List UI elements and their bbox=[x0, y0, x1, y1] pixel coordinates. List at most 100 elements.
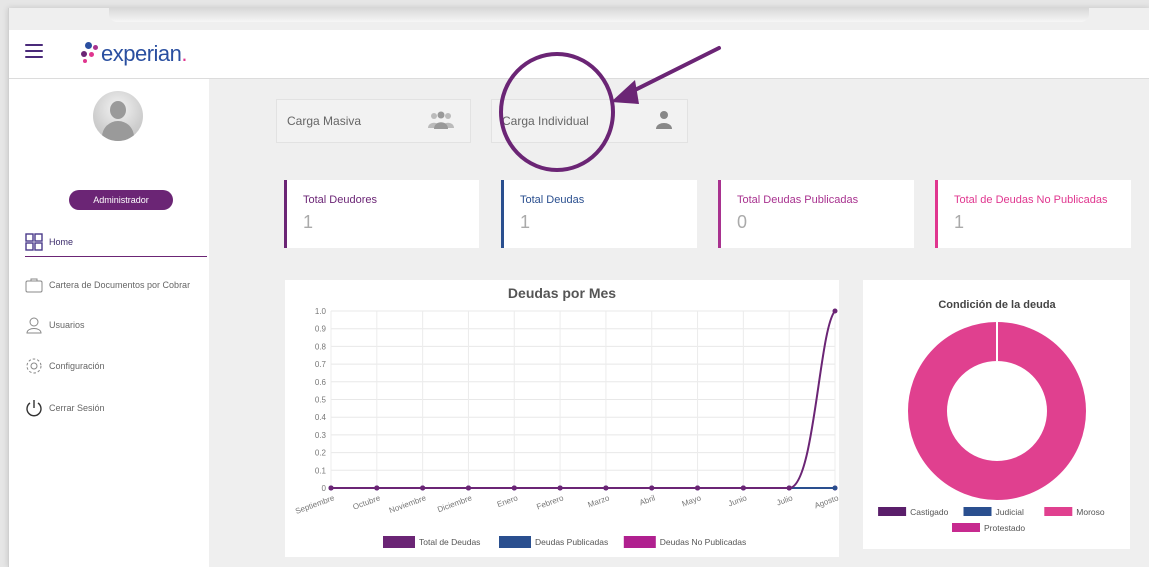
stat-value: 0 bbox=[737, 212, 748, 232]
x-tick-label: Marzo bbox=[587, 493, 611, 509]
legend-label: Moroso bbox=[1076, 507, 1105, 517]
bulk-upload-label: Carga Masiva bbox=[287, 114, 362, 128]
stat-deudas-publicadas: Total Deudas Publicadas 0 bbox=[718, 180, 914, 248]
y-tick-label: 0.3 bbox=[315, 431, 327, 440]
stat-value: 1 bbox=[520, 212, 531, 232]
experian-logo[interactable]: experian. bbox=[79, 38, 187, 70]
x-tick-label: Noviembre bbox=[388, 493, 428, 515]
stat-value: 1 bbox=[954, 212, 965, 232]
sidebar-item-label: Configuración bbox=[49, 361, 105, 371]
bulk-upload-button[interactable]: Carga Masiva bbox=[276, 99, 471, 143]
data-point bbox=[832, 485, 838, 491]
avatar[interactable] bbox=[93, 91, 143, 141]
data-point bbox=[832, 308, 838, 314]
sidebar-item-configuracion[interactable]: Configuración bbox=[25, 357, 105, 375]
donut-chart: Condición de la deuda Castigado Judicial Mo… bbox=[878, 299, 1105, 533]
stat-title: Total Deudas bbox=[520, 194, 585, 206]
sidebar-item-label: Home bbox=[49, 237, 74, 247]
x-tick-label: Junio bbox=[727, 493, 749, 508]
stat-total-deudores: Total Deudores 1 bbox=[284, 180, 479, 248]
x-tick-label: Octubre bbox=[352, 493, 382, 511]
logo-text: experian. bbox=[101, 41, 188, 66]
data-point bbox=[740, 485, 746, 491]
data-point bbox=[649, 485, 655, 491]
stat-title: Total de Deudas No Publicadas bbox=[954, 194, 1108, 206]
pie-slice bbox=[908, 322, 1086, 500]
data-point bbox=[695, 485, 701, 491]
chart-title: Deudas por Mes bbox=[508, 285, 616, 301]
sidebar-item-label: Cerrar Sesión bbox=[49, 403, 105, 413]
sidebar: Administrador Home Cartera de Documentos… bbox=[9, 79, 209, 567]
debt-condition-card: Condición de la deuda Castigado Judicial Mo… bbox=[863, 280, 1130, 549]
users-icon bbox=[426, 110, 456, 133]
sidebar-item-cartera[interactable]: Cartera de Documentos por Cobrar bbox=[25, 276, 190, 294]
y-tick-label: 0.5 bbox=[315, 396, 327, 405]
x-tick-label: Enero bbox=[496, 493, 520, 509]
x-tick-label: Diciembre bbox=[436, 493, 473, 514]
legend-label: Total de Deudas bbox=[419, 537, 480, 547]
role-badge[interactable]: Administrador bbox=[69, 190, 173, 210]
x-tick-label: Febrero bbox=[535, 493, 565, 511]
x-tick-label: Abril bbox=[638, 493, 656, 507]
legend-swatch bbox=[623, 536, 656, 548]
y-tick-label: 1.0 bbox=[315, 307, 327, 316]
legend-swatch bbox=[383, 536, 415, 548]
single-upload-label: Carga Individual bbox=[502, 114, 589, 128]
data-point bbox=[557, 485, 563, 491]
data-point bbox=[328, 485, 334, 491]
data-point bbox=[374, 485, 380, 491]
stat-deudas-no-publicadas: Total de Deudas No Publicadas 1 bbox=[935, 180, 1131, 248]
top-edge bbox=[109, 8, 1089, 22]
y-tick-label: 0.7 bbox=[315, 360, 327, 369]
y-tick-label: 0.4 bbox=[315, 413, 327, 422]
debts-by-month-card: Deudas por Mes 0 0.1 0.2 0.3 0.4 0.5 0.6 0.7 0.8 0… bbox=[285, 280, 840, 557]
gear-icon bbox=[25, 357, 43, 375]
x-tick-label: Mayo bbox=[681, 493, 703, 508]
legend-swatch bbox=[952, 523, 980, 532]
stat-total-deudas: Total Deudas 1 bbox=[501, 180, 697, 248]
stat-title: Total Deudas Publicadas bbox=[737, 194, 859, 206]
legend-swatch bbox=[499, 536, 531, 548]
user-icon bbox=[25, 316, 43, 334]
sidebar-item-cerrar-sesion[interactable]: Cerrar Sesión bbox=[25, 399, 105, 417]
legend-swatch bbox=[963, 507, 992, 516]
legend-label: Deudas No Publicadas bbox=[660, 537, 746, 547]
top-header: experian. bbox=[9, 30, 1149, 79]
main-content: Carga Masiva Carga Individual Total Deud… bbox=[209, 79, 1149, 567]
stat-title: Total Deudores bbox=[303, 194, 377, 206]
user-solid-icon bbox=[655, 110, 673, 133]
sidebar-item-label: Cartera de Documentos por Cobrar bbox=[49, 280, 191, 290]
data-point bbox=[465, 485, 471, 491]
x-tick-label: Agosto bbox=[813, 493, 839, 510]
data-point bbox=[786, 485, 792, 491]
y-tick-label: 0.8 bbox=[315, 342, 327, 351]
power-icon bbox=[25, 399, 43, 417]
active-indicator bbox=[25, 256, 207, 257]
chart-title: Condición de la deuda bbox=[938, 299, 1056, 311]
x-tick-label: Septiembre bbox=[294, 493, 336, 516]
logo-dots-icon bbox=[79, 40, 99, 68]
app-window: experian. Administrador Home Cartera de … bbox=[8, 8, 1149, 567]
legend-swatch bbox=[878, 507, 907, 516]
data-point bbox=[603, 485, 609, 491]
sidebar-item-usuarios[interactable]: Usuarios bbox=[25, 316, 85, 334]
briefcase-icon bbox=[25, 276, 43, 294]
grid-icon bbox=[25, 233, 43, 251]
y-tick-label: 0 bbox=[322, 484, 327, 493]
legend-label: Protestado bbox=[984, 523, 1025, 533]
sidebar-item-home[interactable]: Home bbox=[25, 233, 73, 251]
legend-swatch bbox=[1044, 507, 1073, 516]
legend-label: Judicial bbox=[996, 507, 1024, 517]
legend-label: Castigado bbox=[910, 507, 949, 517]
x-tick-label: Julio bbox=[775, 493, 794, 507]
y-tick-label: 0.6 bbox=[315, 378, 327, 387]
y-tick-label: 0.9 bbox=[315, 325, 327, 334]
data-point bbox=[511, 485, 517, 491]
single-upload-button[interactable]: Carga Individual bbox=[491, 99, 688, 143]
y-tick-label: 0.1 bbox=[315, 466, 327, 475]
line-chart: Deudas por Mes 0 0.1 0.2 0.3 0.4 0.5 0.6 0.7 0.8 0… bbox=[294, 285, 840, 548]
stat-value: 1 bbox=[303, 212, 314, 232]
menu-icon[interactable] bbox=[25, 44, 43, 58]
y-tick-label: 0.2 bbox=[315, 449, 327, 458]
legend-label: Deudas Publicadas bbox=[535, 537, 608, 547]
